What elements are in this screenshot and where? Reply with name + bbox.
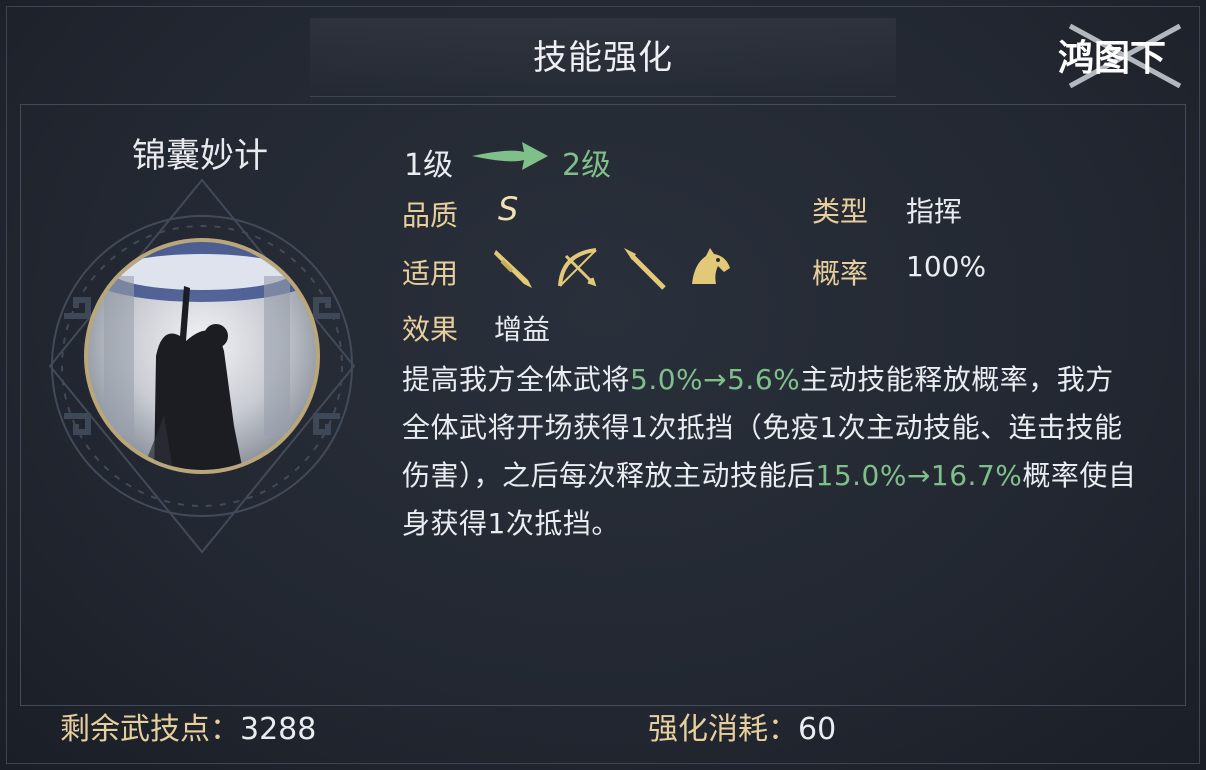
remaining-points: 剩余武技点：3288 <box>60 704 316 748</box>
effect-value: 增益 <box>494 313 551 346</box>
skill-description: 提高我方全体武将5.0%→5.6%主动技能释放概率，我方全体武将开场获得1次抵挡… <box>402 356 1142 548</box>
skill-emblem[interactable] <box>44 176 360 556</box>
description-highlight: 5.0%→5.6% <box>630 363 801 396</box>
description-highlight: 15.0%→16.7% <box>815 459 1023 492</box>
chance-label: 概率 <box>812 257 869 290</box>
level-to: 2级 <box>562 148 612 183</box>
skill-name: 锦囊妙计 <box>132 136 268 176</box>
upgrade-cost-value: 60 <box>798 712 837 747</box>
type-label: 类型 <box>812 195 869 228</box>
page-title: 技能强化 <box>533 38 673 78</box>
chance-value: 100% <box>906 250 987 283</box>
quality-label: 品质 <box>402 199 459 232</box>
bow-icon <box>558 248 597 287</box>
type-value: 指挥 <box>906 195 963 228</box>
quality-value: S <box>498 190 519 228</box>
spear-icon <box>624 248 666 290</box>
arrow-right-icon <box>472 142 548 170</box>
remaining-points-value: 3288 <box>240 712 317 747</box>
upgrade-cost: 强化消耗：60 <box>648 704 836 748</box>
svg-text:鸿图下: 鸿图下 <box>1058 37 1166 79</box>
sword-icon <box>494 250 532 288</box>
upgrade-cost-label: 强化消耗： <box>648 712 798 747</box>
horse-icon <box>692 248 730 284</box>
level-from: 1级 <box>404 148 454 183</box>
game-logo: 鸿图下 <box>1058 23 1182 89</box>
description-text: 提高我方全体武将 <box>402 363 631 396</box>
remaining-points-label: 剩余武技点： <box>60 712 240 747</box>
skill-upgrade-panel: 技能强化 鸿图下 锦囊妙计 1级 2级 品质 S 类型 指挥 适用 概率 100… <box>0 0 1206 770</box>
effect-label: 效果 <box>402 313 459 346</box>
applicable-label: 适用 <box>402 257 459 290</box>
